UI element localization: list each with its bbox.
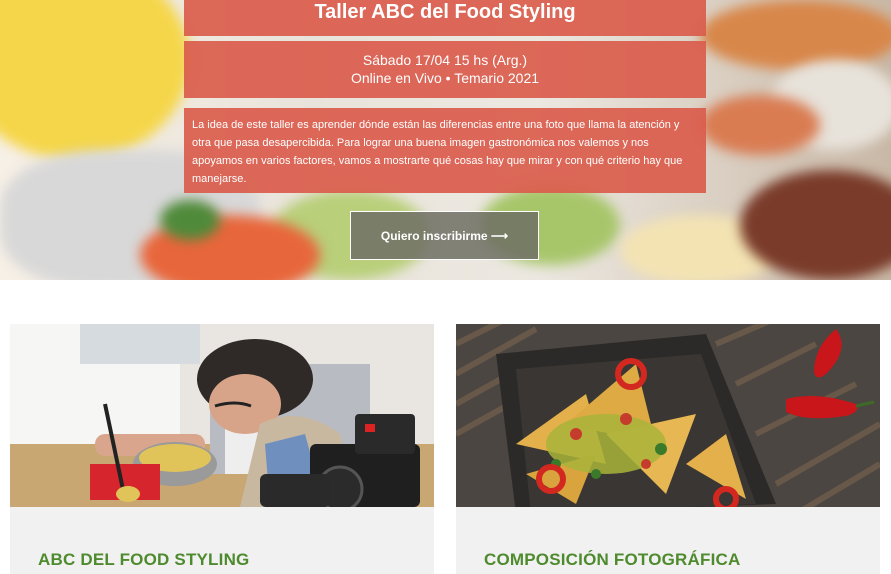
hero-title: Taller ABC del Food Styling <box>184 0 706 36</box>
event-date: Sábado 17/04 15 hs (Arg.) <box>362 52 528 68</box>
course-card-food-styling[interactable]: ABC DEL FOOD STYLING <box>10 324 434 574</box>
hero-bg-lemon <box>0 0 190 160</box>
card-image-photographer <box>10 324 434 507</box>
hero-description: La idea de este taller es aprender dónde… <box>184 108 706 193</box>
course-card-composicion[interactable]: COMPOSICIÓN FOTOGRÁFICA <box>456 324 880 574</box>
photographer-illustration <box>10 324 434 507</box>
signup-button[interactable]: Quiero inscribirme ⟶ <box>350 211 539 260</box>
hero-bg-herbs <box>160 200 220 240</box>
event-mode: Online en Vivo • Temario 2021 <box>350 70 540 86</box>
hero-date-panel: Sábado 17/04 15 hs (Arg.) Online en Vivo… <box>184 41 706 98</box>
nachos-illustration <box>456 324 880 507</box>
hero-bg-plate <box>700 95 820 155</box>
card-image-nachos <box>456 324 880 507</box>
hero-banner: Taller ABC del Food Styling Sábado 17/04… <box>0 0 891 280</box>
card-title[interactable]: COMPOSICIÓN FOTOGRÁFICA <box>484 550 740 570</box>
hero-bg-salad <box>700 0 891 70</box>
card-title[interactable]: ABC DEL FOOD STYLING <box>38 550 249 570</box>
